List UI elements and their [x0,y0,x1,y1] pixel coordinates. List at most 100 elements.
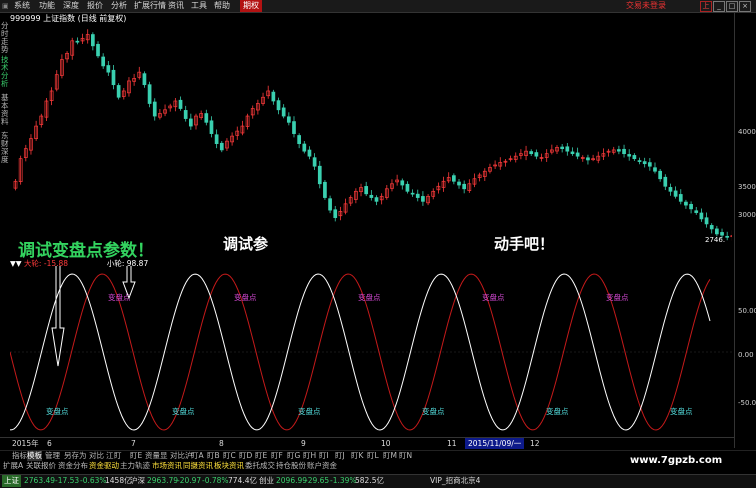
tab-timeshare[interactable]: 分时走势 [1,22,10,54]
menu-item-analysis[interactable]: 分析 [111,0,127,12]
up-button[interactable]: 上 [700,1,712,12]
menu-item-ext-market[interactable]: 扩展行情 [134,0,166,12]
candle [395,174,399,186]
menu-item-function[interactable]: 功能 [39,0,55,12]
candlestick-chart[interactable] [10,22,732,254]
tab-fund-dist[interactable]: 资金分布 [58,461,88,471]
tab-ext-a[interactable]: 扩展A [3,461,23,471]
tab-indicator[interactable]: 指标 [12,451,27,461]
tab-ding-n[interactable]: 盯N [399,451,412,461]
tab-fundamentals[interactable]: 基本资料 [1,94,10,126]
indicator-chart[interactable]: 变盘点 变盘点 变盘点 变盘点 变盘点变盘点 变盘点 变盘点 变盘点 变盘点 变盘点 [10,266,732,438]
tab-jiang[interactable]: 江 [106,451,114,461]
tab-related-quote[interactable]: 关联报价 [26,461,56,471]
candle [111,65,116,90]
candle [704,212,709,228]
tab-ding-i[interactable]: 盯I [319,451,329,461]
cy-value: 2096.99 [276,476,308,485]
tab-compare[interactable]: 对比 [89,451,104,461]
overlay-caption-3: 动手吧！ [494,235,555,253]
trade-login-link[interactable]: 交易未登录 [626,0,666,12]
tab-main-track[interactable]: 主力轨迹 [120,461,150,471]
sh-label[interactable]: 上证 [2,475,21,487]
candle [462,180,467,194]
menu-item-news[interactable]: 资讯 [168,0,184,12]
minimize-icon[interactable]: _ [713,1,725,12]
tab-ding-c[interactable]: 盯C [223,451,236,461]
candle [163,104,167,117]
menu-item-quote[interactable]: 报价 [87,0,103,12]
close-icon[interactable]: × [739,1,751,12]
menu-item-options[interactable]: 期权 [240,0,262,12]
candle [80,33,85,44]
candle [519,149,523,160]
tab-technical[interactable]: 技术分析 [1,56,10,88]
tab-ding-e2[interactable]: 盯E [255,451,267,461]
tab-ding-a[interactable]: 盯A [191,451,204,461]
tab-ding-g[interactable]: 盯G [287,451,300,461]
candle [214,129,219,149]
candle [436,182,441,194]
candle [147,81,152,108]
tab-ding-b[interactable]: 盯B [207,451,220,461]
candle [699,208,704,222]
menu-item-help[interactable]: 帮助 [214,0,230,12]
candle [292,116,296,138]
candle [209,116,214,138]
candle [539,153,544,162]
tab-ding-e[interactable]: 盯E [130,451,142,461]
cy-label[interactable]: 创业 [259,475,274,487]
maximize-icon[interactable]: □ [726,1,738,12]
candle [261,92,265,106]
candle [91,32,95,51]
sh-value: 2763.49 [24,476,56,485]
tab-orders[interactable]: 委托成交 [245,461,275,471]
tab-template[interactable]: 模板 [27,451,42,461]
date-axis: 2015年 6 7 8 9 10 11 2015/11/09/一 12 [0,437,734,449]
tab-vol[interactable]: 资量显 [145,451,168,461]
turning-point-label: 变盘点 [172,406,195,416]
candle [132,73,136,86]
tab-ding-k[interactable]: 盯K [351,451,363,461]
tab-ding-l[interactable]: 盯L [367,451,379,461]
tab-holdings[interactable]: 持仓股份 [276,461,306,471]
tab-ding-j[interactable]: 盯J [335,451,345,461]
tab-sector-news[interactable]: 板块资讯 [214,461,244,471]
date-label-9: 9 [301,439,306,448]
candle [188,113,193,130]
tab-same-news[interactable]: 同摄资讯 [183,461,213,471]
app-icon[interactable]: ▣ [2,0,9,12]
menu-item-tools[interactable]: 工具 [191,0,207,12]
tab-ding-m[interactable]: 盯M [383,451,397,461]
sh-amount: 1458亿 [105,476,132,485]
hs-label[interactable]: 沪深 [130,475,145,487]
candle [266,85,271,99]
tab-ding-h[interactable]: 盯H [303,451,316,461]
menu-item-depth[interactable]: 深度 [63,0,79,12]
turning-point-label: 变盘点 [234,292,257,302]
tab-ding[interactable]: 盯 [114,451,122,461]
candle [60,54,64,79]
tab-manage[interactable]: 管理 [45,451,60,461]
candle [467,179,472,193]
candle [400,178,405,190]
menu-item-system[interactable]: 系统 [14,0,30,12]
tab-deep[interactable]: 东财深度 [1,132,10,164]
candle [627,149,632,161]
candle [477,172,482,182]
y-tick-0: 0.00 [738,351,754,359]
tab-fund-drive[interactable]: 资金驱动 [89,461,119,471]
candle [488,163,492,174]
tab-ding-d[interactable]: 盯D [239,451,252,461]
tab-ding-f[interactable]: 盯F [271,451,283,461]
candle [570,147,575,156]
tab-save-as[interactable]: 另存为 [64,451,87,461]
candle [503,158,508,167]
turning-point-label: 变盘点 [358,292,381,302]
tab-compare-sh[interactable]: 对比沪 [170,451,193,461]
last-price: 2746. [705,236,726,244]
candle [678,189,683,205]
tab-market-news[interactable]: 市场资讯 [152,461,182,471]
candle [580,155,585,162]
tab-account-funds[interactable]: 账户资金 [307,461,337,471]
